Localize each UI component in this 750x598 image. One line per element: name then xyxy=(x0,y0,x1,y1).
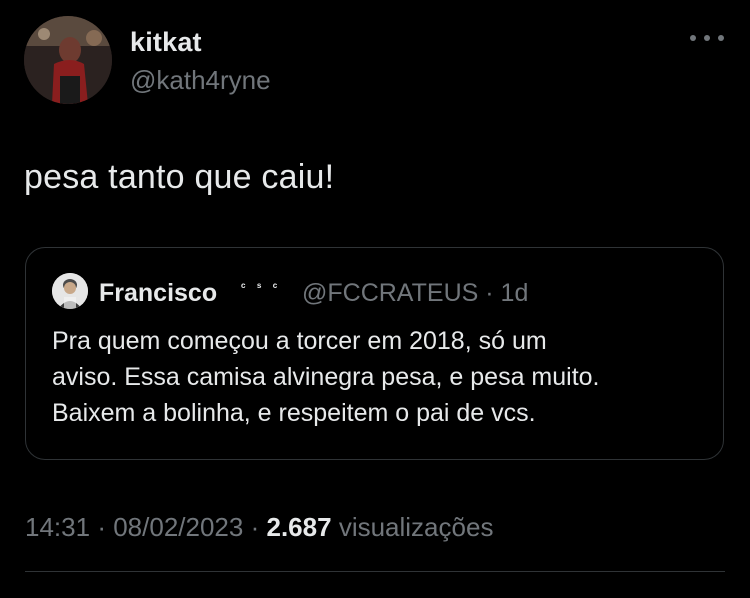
quoted-author-handle[interactable]: @FCCRATEUS xyxy=(302,279,478,307)
more-options-icon[interactable] xyxy=(690,28,724,48)
quoted-tweet-text: Pra quem começou a torcer em 2018, só um… xyxy=(52,323,712,431)
author-avatar[interactable] xyxy=(24,16,112,104)
divider xyxy=(25,571,725,572)
quoted-time[interactable]: 1d xyxy=(501,279,529,307)
footer-separator: · xyxy=(97,512,106,542)
quoted-avatar-photo xyxy=(52,273,88,309)
quoted-tweet[interactable]: Francisco ᶜ ˢ ᶜ @FCCRATEUS · 1d Pra quem… xyxy=(25,247,724,460)
more-dot xyxy=(718,35,724,41)
avatar-photo xyxy=(24,16,112,104)
quoted-meta: @FCCRATEUS · 1d xyxy=(302,279,528,308)
meta-separator: · xyxy=(485,279,494,307)
quoted-text-line: aviso. Essa camisa alvinegra pesa, e pes… xyxy=(52,363,600,391)
quoted-text-line: Baixem a bolinha, e respeitem o pai de v… xyxy=(52,399,536,427)
tweet-footer: 14:31 · 08/02/2023 · 2.687 visualizações xyxy=(25,512,493,543)
author-handle[interactable]: @kath4ryne xyxy=(130,65,271,96)
quoted-author-avatar[interactable] xyxy=(52,273,88,309)
views-count[interactable]: 2.687 xyxy=(267,512,332,542)
more-dot xyxy=(690,35,696,41)
post-time[interactable]: 14:31 xyxy=(25,512,90,542)
post-date[interactable]: 08/02/2023 xyxy=(113,512,243,542)
quoted-text-line: Pra quem começou a torcer em 2018, só um xyxy=(52,327,547,355)
more-dot xyxy=(704,35,710,41)
tweet[interactable]: kitkat @kath4ryne pesa tanto que caiu! F… xyxy=(0,0,750,598)
author-name[interactable]: kitkat xyxy=(130,27,202,58)
quoted-author-name-suffix: ᶜ ˢ ᶜ xyxy=(241,280,282,294)
quoted-author-name[interactable]: Francisco xyxy=(99,279,217,308)
views-label: visualizações xyxy=(338,512,494,542)
tweet-text: pesa tanto que caiu! xyxy=(24,158,335,196)
footer-separator: · xyxy=(250,512,260,542)
